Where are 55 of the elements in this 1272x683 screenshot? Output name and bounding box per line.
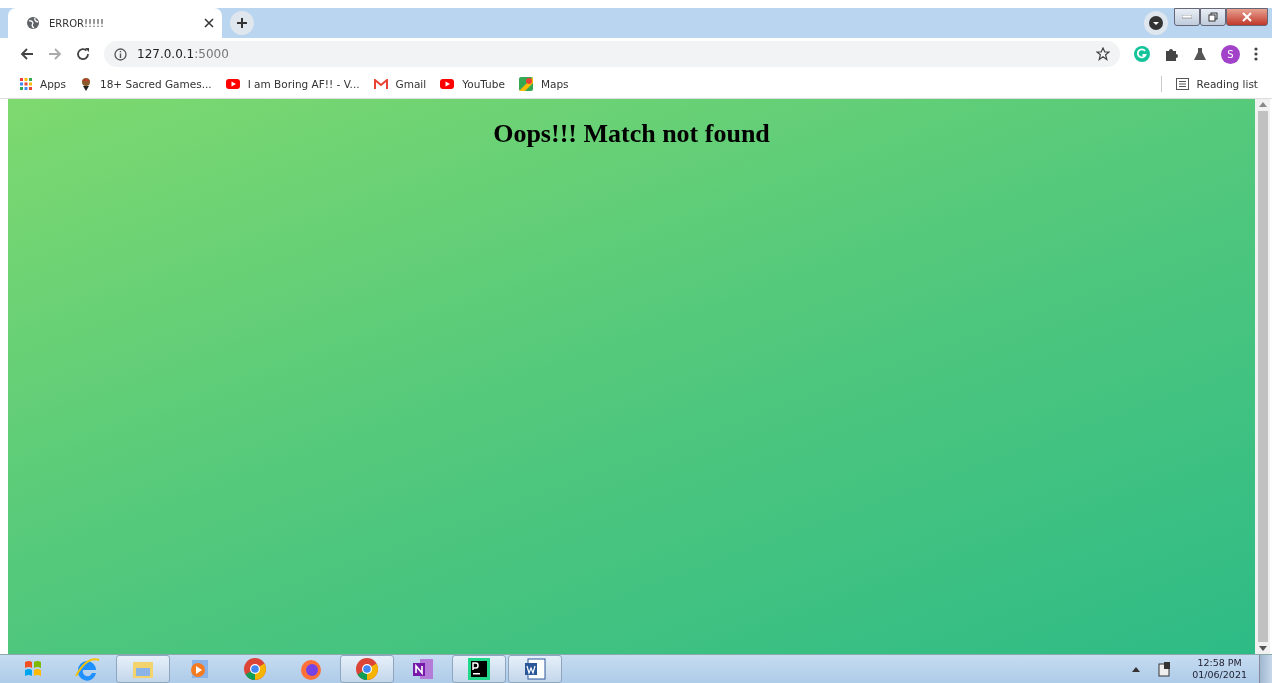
taskbar-app-button[interactable] bbox=[508, 655, 562, 683]
play-icon bbox=[440, 79, 455, 89]
tab-search-button[interactable] bbox=[1144, 11, 1168, 35]
caret-down-icon bbox=[1149, 16, 1163, 30]
bookmark[interactable]: Apps bbox=[20, 78, 66, 90]
browser-e-icon bbox=[74, 656, 100, 682]
grid-icon bbox=[20, 78, 32, 90]
bookmark[interactable]: YouTube bbox=[440, 78, 505, 90]
scrollbar[interactable] bbox=[1255, 99, 1270, 654]
play-icon bbox=[225, 79, 240, 89]
globe-icon bbox=[26, 16, 40, 30]
close-icon[interactable] bbox=[204, 18, 214, 28]
plus-icon bbox=[236, 17, 248, 29]
profile-avatar[interactable]: S bbox=[1221, 44, 1240, 64]
clock-time: 12:58 PM bbox=[1197, 657, 1242, 669]
figure-icon bbox=[80, 77, 92, 91]
close-icon bbox=[1242, 12, 1252, 22]
mail-icon bbox=[373, 78, 388, 90]
restore-icon bbox=[1208, 12, 1218, 22]
menu-icon[interactable] bbox=[1254, 47, 1258, 61]
close-button[interactable] bbox=[1226, 8, 1268, 26]
bookmark[interactable]: Maps bbox=[518, 77, 569, 91]
flask-icon[interactable] bbox=[1193, 47, 1207, 61]
back-icon[interactable] bbox=[20, 47, 34, 61]
address-bar[interactable]: 127.0.0.1:5000 bbox=[104, 41, 1120, 67]
new-tab-button[interactable] bbox=[230, 11, 254, 35]
url-text: 127.0.0.1:5000 bbox=[137, 47, 229, 61]
power-plug-icon[interactable] bbox=[1158, 661, 1173, 677]
puzzle-icon[interactable] bbox=[1164, 46, 1179, 62]
chrome-icon bbox=[242, 656, 268, 682]
minimize-icon bbox=[1182, 15, 1192, 19]
scroll-up-icon[interactable] bbox=[1258, 102, 1267, 107]
clock-date: 01/06/2021 bbox=[1192, 669, 1247, 681]
page-heading: Oops!!! Match not found bbox=[493, 119, 770, 150]
reload-icon[interactable] bbox=[76, 47, 90, 61]
map-pin-icon bbox=[518, 77, 533, 91]
chrome-icon bbox=[354, 656, 380, 682]
scroll-down-icon[interactable] bbox=[1258, 646, 1267, 651]
code-editor-icon bbox=[466, 656, 492, 682]
document-icon bbox=[522, 656, 548, 682]
bookmark[interactable]: I am Boring AF!! - V... bbox=[225, 78, 360, 90]
star-icon[interactable] bbox=[1096, 47, 1110, 61]
clock[interactable]: 12:58 PM 01/06/2021 bbox=[1182, 657, 1257, 681]
bookmark[interactable]: 18+ Sacred Games... bbox=[80, 77, 212, 91]
info-icon[interactable] bbox=[114, 47, 127, 61]
notebook-icon bbox=[410, 656, 436, 682]
taskbar-app-button[interactable] bbox=[452, 655, 506, 683]
reading-list-button[interactable]: Reading list bbox=[1175, 78, 1258, 90]
browser-tab[interactable]: ERROR!!!!! bbox=[8, 8, 222, 38]
minimize-button[interactable] bbox=[1174, 8, 1200, 26]
restore-button[interactable] bbox=[1200, 8, 1226, 26]
tab-title: ERROR!!!!! bbox=[49, 17, 106, 29]
tray-arrow-icon[interactable] bbox=[1132, 666, 1141, 672]
bookmark[interactable]: Gmail bbox=[373, 78, 427, 90]
list-icon bbox=[1175, 78, 1189, 90]
